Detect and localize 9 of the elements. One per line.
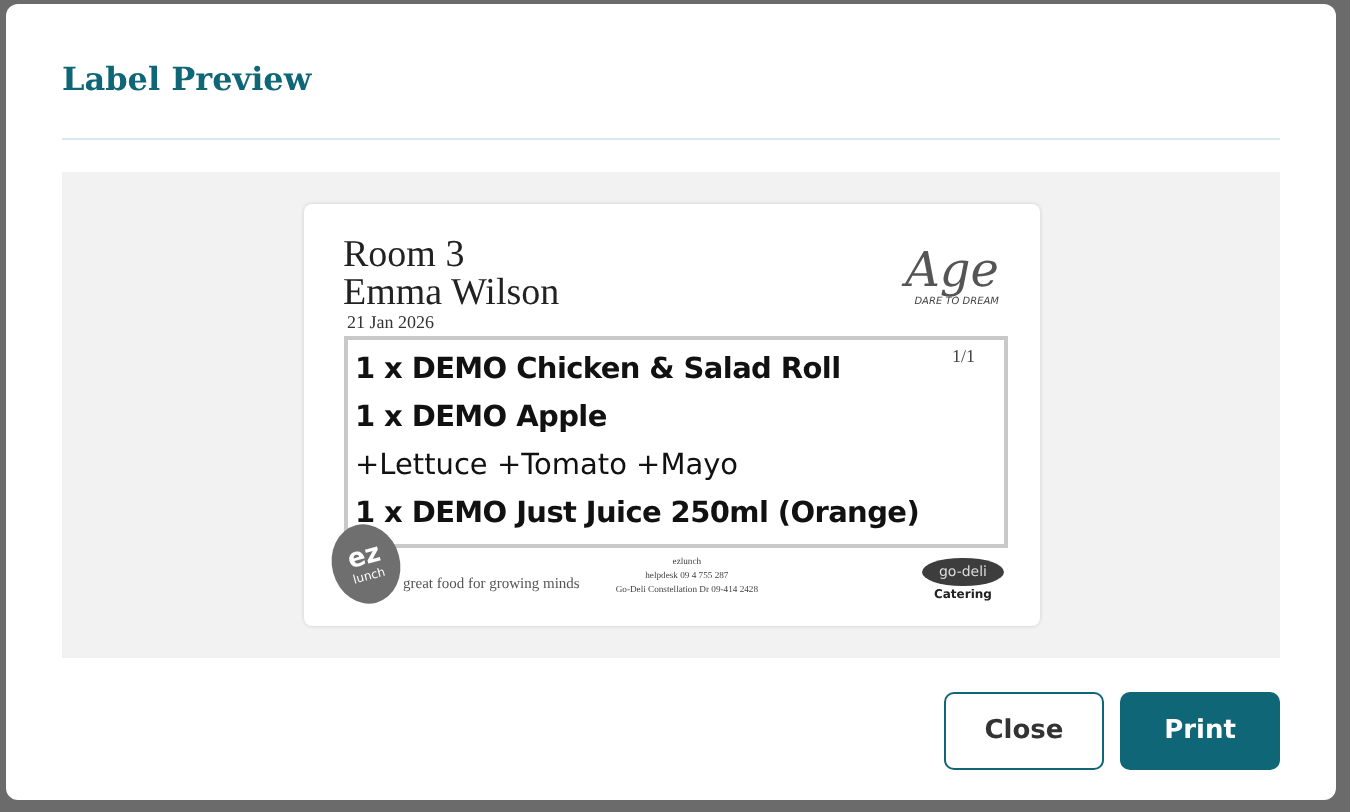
modifier-text: +Lettuce +Tomato +Mayo (355, 448, 739, 486)
room-text: Room 3 (343, 236, 465, 274)
date-text: 21 Jan 2026 (347, 312, 434, 334)
page-number: 1/1 (951, 346, 975, 366)
person-name: Emma Wilson (343, 274, 560, 312)
print-button[interactable]: Print (1120, 692, 1280, 770)
close-button[interactable]: Close (944, 692, 1104, 770)
order-item: 1 x DEMO Apple (355, 400, 607, 438)
order-item: 1 x DEMO Chicken & Salad Roll (355, 352, 841, 390)
